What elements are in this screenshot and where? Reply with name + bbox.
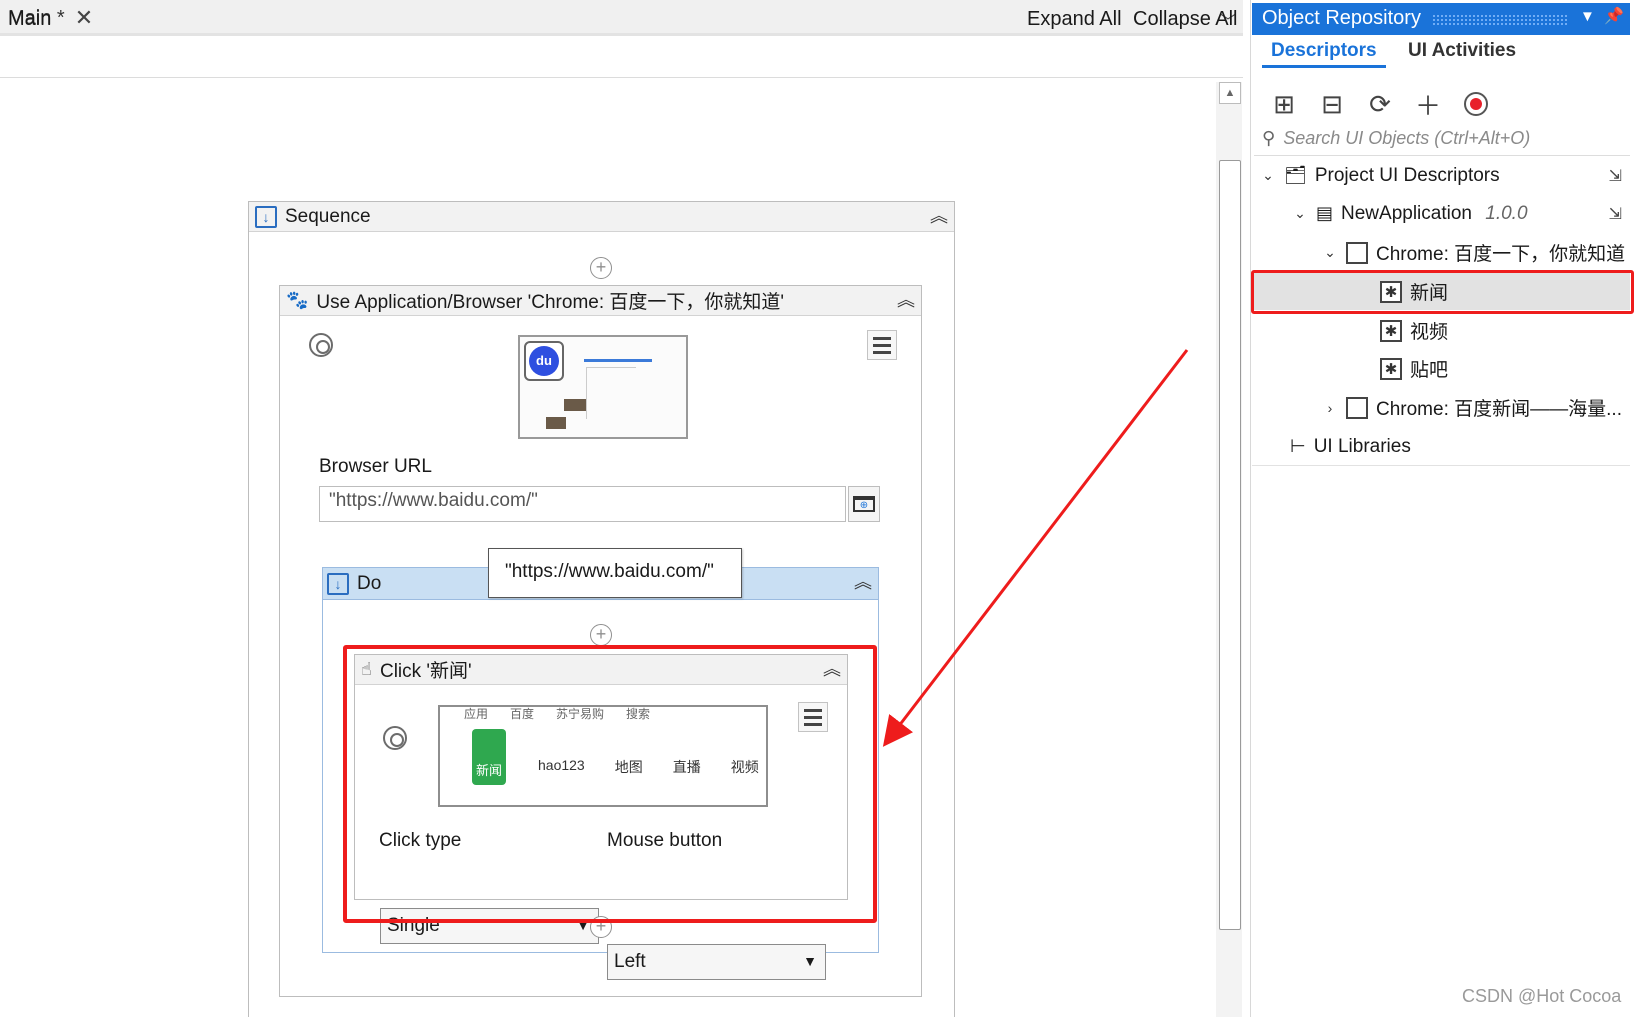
watermark: CSDN @Hot Cocoa <box>1462 986 1622 1006</box>
use-application-header[interactable]: 🐾 Use Application/Browser 'Chrome: 百度一下，… <box>280 286 921 316</box>
expand-all-button[interactable]: Expand All <box>1027 8 1122 31</box>
sequence-title: Sequence <box>285 205 371 227</box>
collapse-icon[interactable]: ︽ <box>897 289 915 311</box>
collapse-icon[interactable]: ︽ <box>930 205 948 227</box>
tree-item-element[interactable]: ✱ 贴吧 <box>1252 350 1630 387</box>
refresh-icon[interactable]: ⟳ <box>1364 88 1396 120</box>
chevron-right-icon[interactable]: › <box>1322 400 1338 416</box>
tree-item-label: Chrome: 百度一下，你就知道 <box>1376 244 1626 265</box>
close-icon[interactable]: ✕ <box>75 5 93 31</box>
tree-item-element[interactable]: ✱ 视频 <box>1252 312 1630 349</box>
target-icon[interactable] <box>309 333 333 357</box>
sequence-icon: ↓ <box>255 205 277 228</box>
ui-element-icon: ✱ <box>1380 357 1402 380</box>
ui-element-icon: ✱ <box>1380 319 1402 342</box>
annotation-arrow <box>882 349 1189 747</box>
tree-item-label: UI Libraries <box>1313 435 1411 457</box>
tab-ui-activities[interactable]: UI Activities <box>1408 40 1516 62</box>
add-icon[interactable]: ＋ <box>1412 88 1444 121</box>
collapse-icon[interactable]: ︽ <box>854 571 872 593</box>
collapse-all-button[interactable]: Collapse All <box>1133 8 1238 31</box>
tree-item-label: 贴吧 <box>1410 360 1449 381</box>
tree-item-label: 视频 <box>1410 322 1449 343</box>
do-title: Do <box>357 572 382 594</box>
pin-icon[interactable]: 📌 <box>1604 6 1624 26</box>
record-icon[interactable] <box>1460 88 1492 120</box>
browser-url-label: Browser URL <box>319 456 432 477</box>
breadcrumb[interactable]: Main <box>8 8 51 31</box>
annotation-highlight-box <box>343 645 877 923</box>
import-icon[interactable]: ⇲ <box>1609 166 1622 186</box>
tree-item-label: NewApplication <box>1341 202 1472 224</box>
add-activity-icon[interactable]: + <box>590 624 612 646</box>
application-icon: ▤ <box>1316 203 1334 223</box>
project-icon: 🗂 <box>1284 165 1307 185</box>
url-browse-button[interactable]: ⊕ <box>848 486 880 522</box>
tree-item-libraries[interactable]: ⊢ UI Libraries <box>1252 428 1630 465</box>
mouse-button-select[interactable]: Left ▼ <box>607 944 826 980</box>
url-tooltip: "https://www.baidu.com/" <box>488 548 742 598</box>
breadcrumb-bar <box>0 38 1243 78</box>
title-grip <box>1432 14 1567 26</box>
search-placeholder: Search UI Objects (Ctrl+Alt+O) <box>1283 128 1531 148</box>
tree-item-label: Project UI Descriptors <box>1314 164 1500 186</box>
tree-item-screen[interactable]: ⌄ Chrome: 百度一下，你就知道 <box>1252 234 1630 271</box>
library-icon: ⊢ <box>1290 436 1306 456</box>
version-label: 1.0.0 <box>1485 202 1528 224</box>
tree-item-screen[interactable]: › Chrome: 百度新闻——海量... <box>1252 389 1630 426</box>
scrollbar-thumb[interactable] <box>1219 160 1241 930</box>
browser-window-icon: ⊕ <box>853 496 875 512</box>
tree-item-project[interactable]: ⌄ 🗂 Project UI Descriptors ⇲ <box>1252 157 1630 194</box>
dropdown-arrow-icon: ▼ <box>803 953 817 969</box>
use-application-title: Use Application/Browser 'Chrome: 百度一下，你就… <box>316 292 785 313</box>
expand-all-icon[interactable]: ⊞ <box>1268 88 1300 120</box>
annotation-highlight-box <box>1251 270 1634 314</box>
search-input[interactable]: ⚲ Search UI Objects (Ctrl+Alt+O) <box>1254 122 1630 156</box>
baidu-logo-icon: du <box>524 341 564 381</box>
import-icon[interactable]: ⇲ <box>1609 204 1622 224</box>
browser-screenshot-thumbnail: du <box>518 335 688 439</box>
chevron-down-icon[interactable]: ⌄ <box>1260 167 1276 184</box>
tree-item-application[interactable]: ⌄ ▤ NewApplication 1.0.0 ⇲ <box>1252 195 1630 232</box>
divider <box>1252 465 1630 466</box>
screen-icon <box>1346 396 1368 419</box>
mouse-button-value: Left <box>614 951 646 972</box>
browser-url-field[interactable]: "https://www.baidu.com/" <box>319 486 846 522</box>
active-tab-indicator <box>1262 65 1386 68</box>
chevron-down-icon[interactable]: ⌄ <box>1322 244 1338 261</box>
search-icon: ⚲ <box>1262 128 1276 148</box>
sequence-icon: ↓ <box>327 572 349 595</box>
screen-icon <box>1346 241 1368 264</box>
chevron-down-icon[interactable]: ▼ <box>1580 8 1595 25</box>
scroll-up-icon[interactable]: ▲ <box>1219 82 1241 104</box>
sequence-header[interactable]: ↓ Sequence ︽ <box>249 202 954 232</box>
collapse-all-icon[interactable]: ⊟ <box>1316 88 1348 120</box>
tree-item-label: Chrome: 百度新闻——海量... <box>1376 399 1622 420</box>
tab-descriptors[interactable]: Descriptors <box>1271 40 1377 62</box>
chevron-down-icon[interactable]: ⌄ <box>1292 205 1308 222</box>
baidu-paw-icon: 🐾 <box>286 290 309 310</box>
add-activity-icon[interactable]: + <box>590 257 612 279</box>
